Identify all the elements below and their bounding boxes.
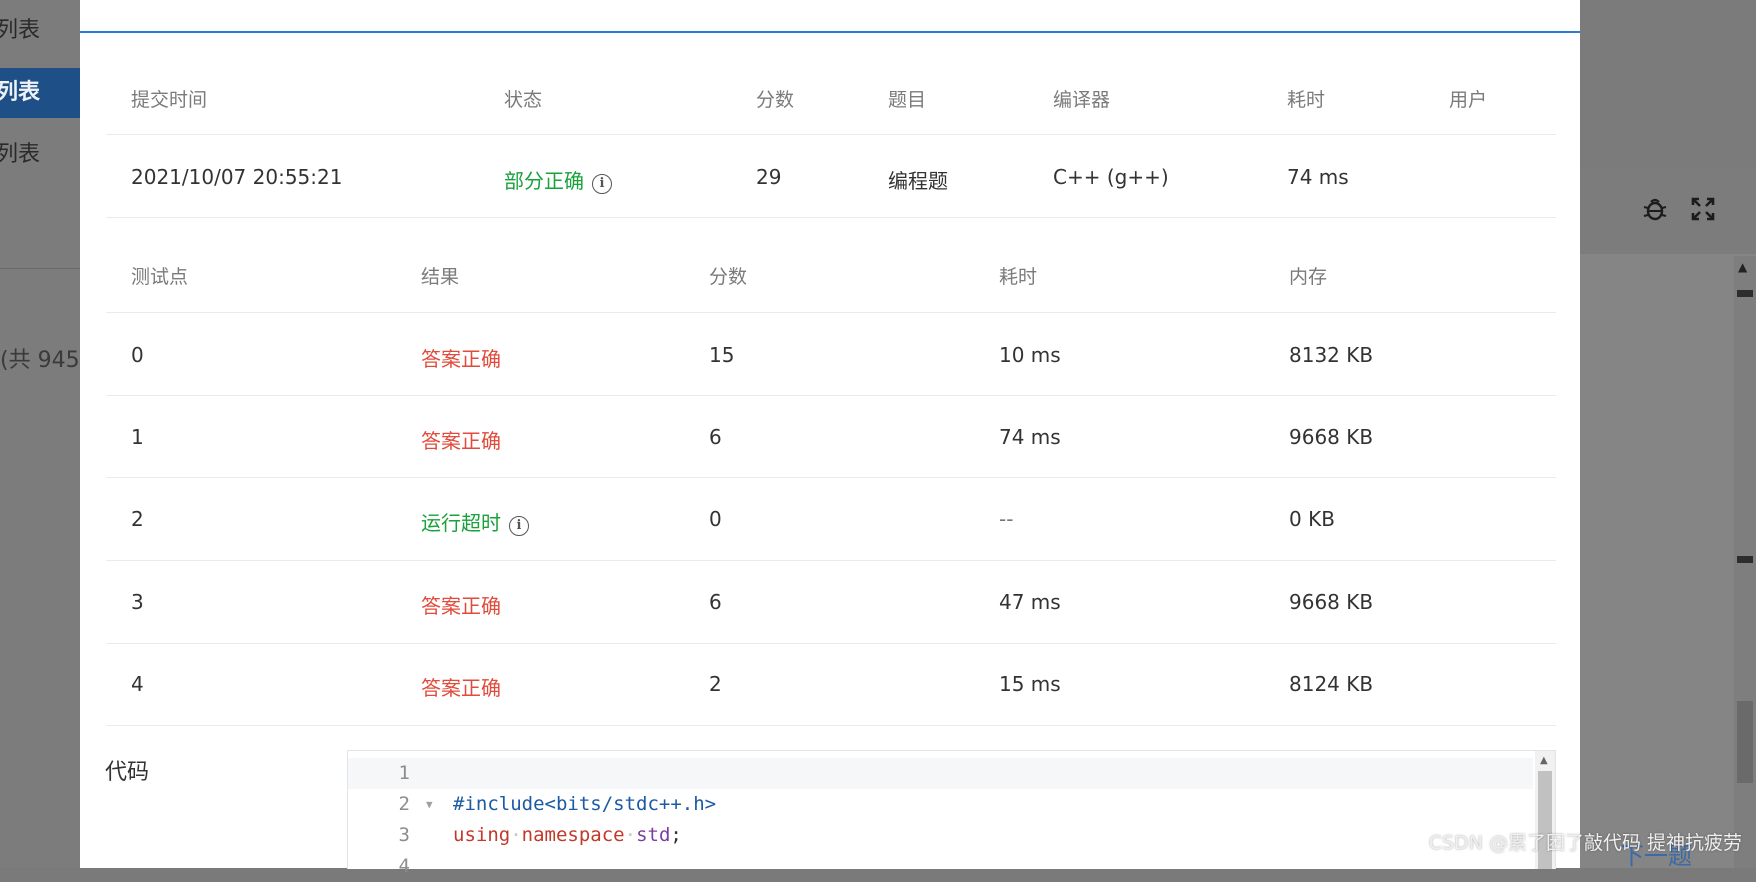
- testcase-result: 答案正确: [421, 594, 501, 618]
- modal-accent-bar: [80, 31, 1580, 33]
- line-number: 4: [398, 855, 410, 877]
- testcase-id: 0: [131, 343, 144, 367]
- header-status: 状态: [504, 89, 543, 111]
- testcase-memory: 8132 KB: [1289, 343, 1374, 367]
- editor-panel-bg: [1580, 168, 1756, 868]
- line-number: 1: [398, 762, 410, 784]
- submission-detail-modal: 提交时间 状态 分数 题目 编译器 耗时 用户 2021/10/07 20:55…: [80, 0, 1580, 877]
- testcase-memory: 9668 KB: [1289, 590, 1374, 614]
- scroll-marker: [1737, 290, 1753, 297]
- testcase-time: --: [999, 507, 1014, 531]
- compiler: C++ (g++): [1053, 165, 1169, 189]
- status-cell: 部分正确 i: [504, 165, 612, 194]
- scroll-thumb[interactable]: [1737, 701, 1753, 783]
- testcase-memory: 0 KB: [1289, 507, 1335, 531]
- testcase-memory: 9668 KB: [1289, 425, 1374, 449]
- fullscreen-icon[interactable]: [1690, 196, 1716, 229]
- header-submit-time: 提交时间: [131, 89, 208, 111]
- watermark: CSDN @累了困了敲代码 提神抗疲劳: [1428, 832, 1742, 854]
- header-result: 结果: [421, 266, 460, 288]
- testcase-result: 答案正确: [421, 429, 501, 453]
- line-number: 2: [398, 793, 410, 815]
- testcase-score: 6: [709, 590, 722, 614]
- header-testcase: 测试点: [131, 266, 189, 288]
- testcase-id: 2: [131, 507, 144, 531]
- header-user: 用户: [1449, 89, 1488, 111]
- problem-count: (共 945: [0, 348, 80, 373]
- keyword: namespace: [521, 824, 625, 846]
- testcase-row: 4 答案正确 2 15 ms 8124 KB: [106, 644, 1556, 726]
- code-line: 4: [348, 851, 1533, 882]
- code-line: 3 using·namespace·std;: [348, 820, 1533, 851]
- submission-duration: 74 ms: [1287, 165, 1349, 189]
- sidebar-item-list-2[interactable]: 列表: [0, 68, 80, 118]
- sidebar-item-list-3[interactable]: 列表: [0, 130, 80, 180]
- code-text: using·namespace·std;: [453, 824, 682, 846]
- testcase-row: 0 答案正确 15 10 ms 8132 KB: [106, 313, 1556, 396]
- punctuation: ;: [670, 824, 682, 846]
- testcase-score: 0: [709, 507, 722, 531]
- keyword: using: [453, 824, 511, 846]
- testcase-result-cell: 运行超时 i: [421, 507, 529, 536]
- testcase-result: 运行超时: [421, 511, 501, 535]
- background-sidebar: 列表 列表 列表 (共 945: [0, 0, 80, 868]
- sidebar-divider: [0, 268, 80, 269]
- header-score: 分数: [756, 89, 795, 111]
- testcase-row: 2 运行超时 i 0 -- 0 KB: [106, 478, 1556, 561]
- testcase-id: 4: [131, 672, 144, 696]
- code-label: 代码: [105, 760, 150, 785]
- code-text: #include<bits/stdc++.h>: [453, 793, 717, 815]
- line-number: 3: [398, 824, 410, 846]
- header-tc-score: 分数: [709, 266, 748, 288]
- scroll-up-icon[interactable]: ▲: [1738, 260, 1747, 274]
- page-scrollbar[interactable]: ▲: [1734, 256, 1756, 868]
- testcase-time: 47 ms: [999, 590, 1061, 614]
- scroll-up-icon[interactable]: ▲: [1540, 755, 1548, 766]
- fold-arrow-icon[interactable]: ▼: [426, 789, 433, 820]
- testcase-time: 10 ms: [999, 343, 1061, 367]
- info-icon[interactable]: i: [592, 174, 612, 194]
- submission-header-row: 提交时间 状态 分数 题目 编译器 耗时 用户: [106, 78, 1556, 135]
- header-compiler: 编译器: [1053, 89, 1111, 111]
- code-editor[interactable]: 1 2 ▼ #include<bits/stdc++.h> 3 using·na…: [347, 750, 1556, 877]
- testcase-result: 答案正确: [421, 676, 501, 700]
- testcase-score: 6: [709, 425, 722, 449]
- header-memory: 内存: [1289, 266, 1328, 288]
- submission-score: 29: [756, 165, 782, 189]
- testcase-header-row: 测试点 结果 分数 耗时 内存: [106, 255, 1556, 313]
- testcase-row: 1 答案正确 6 74 ms 9668 KB: [106, 396, 1556, 478]
- submit-time: 2021/10/07 20:55:21: [131, 165, 343, 189]
- header-duration: 耗时: [1287, 89, 1326, 111]
- testcase-time: 15 ms: [999, 672, 1061, 696]
- header-problem: 题目: [888, 89, 927, 111]
- testcase-score: 15: [709, 343, 735, 367]
- bug-icon[interactable]: [1642, 196, 1668, 229]
- testcase-row: 3 答案正确 6 47 ms 9668 KB: [106, 561, 1556, 644]
- code-line: 1: [348, 758, 1533, 789]
- background-editor-panel: ▲ 下一题: [1580, 0, 1756, 870]
- problem-type: 编程题: [888, 169, 948, 193]
- testcase-memory: 8124 KB: [1289, 672, 1374, 696]
- code-line: 2 ▼ #include<bits/stdc++.h>: [348, 789, 1533, 820]
- testcase-id: 1: [131, 425, 144, 449]
- scroll-marker: [1737, 556, 1753, 563]
- editor-toolbar: [1580, 168, 1756, 254]
- status-partial: 部分正确: [504, 169, 584, 193]
- testcase-id: 3: [131, 590, 144, 614]
- testcase-result: 答案正确: [421, 347, 501, 371]
- namespace-name: std: [636, 824, 671, 846]
- info-icon[interactable]: i: [509, 516, 529, 536]
- testcase-time: 74 ms: [999, 425, 1061, 449]
- testcase-score: 2: [709, 672, 722, 696]
- header-tc-time: 耗时: [999, 266, 1038, 288]
- sidebar-item-list-1[interactable]: 列表: [0, 6, 80, 56]
- submission-row: 2021/10/07 20:55:21 部分正确 i 29 编程题 C++ (g+…: [106, 135, 1556, 218]
